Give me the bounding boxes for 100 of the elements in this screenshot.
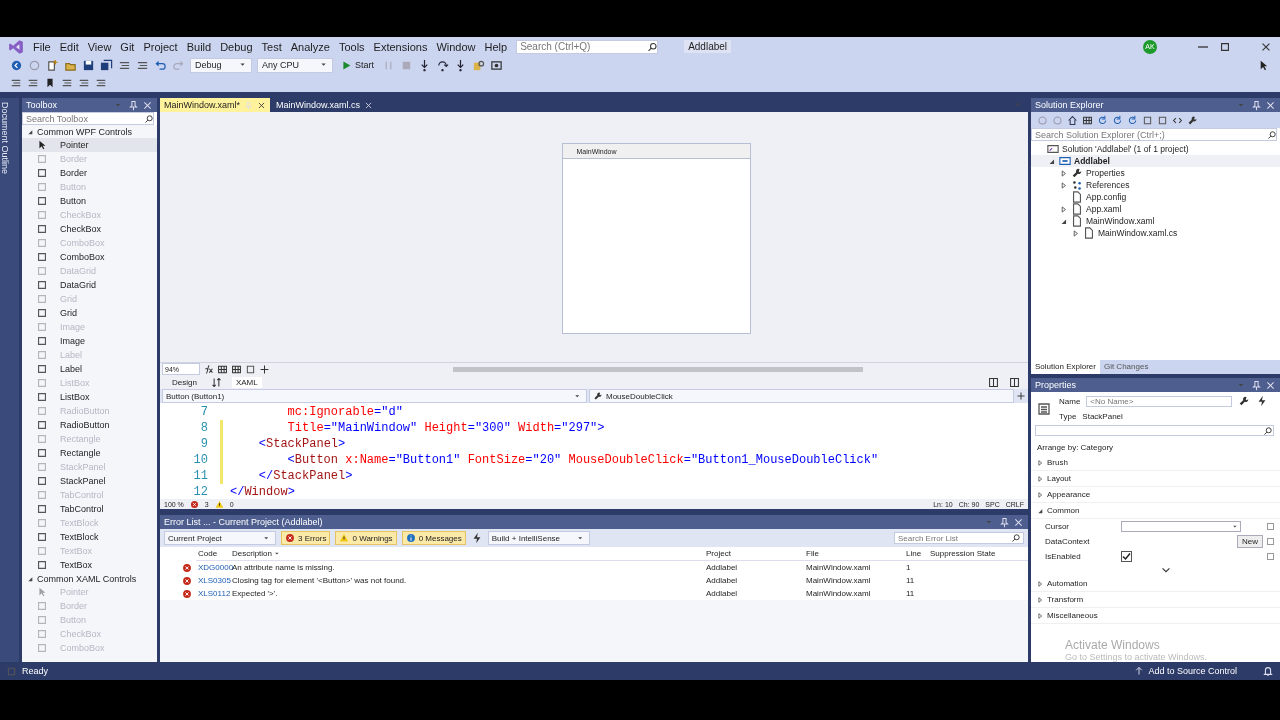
grid-icon[interactable] <box>217 363 228 375</box>
menu-item[interactable]: Window <box>436 40 476 53</box>
menu-item[interactable]: Test <box>261 40 282 53</box>
formula-icon[interactable] <box>203 363 214 375</box>
close-icon[interactable] <box>1265 379 1276 391</box>
close-icon[interactable] <box>142 99 153 111</box>
menu-item[interactable]: Git <box>120 40 135 53</box>
category-header[interactable]: Brush <box>1031 455 1280 471</box>
toolbox-item[interactable]: StackPanel <box>22 474 157 488</box>
error-code-link[interactable]: XLS0112 <box>196 587 230 600</box>
wrench-icon[interactable] <box>1187 114 1198 126</box>
screenshot-icon[interactable] <box>490 58 503 72</box>
tree-item[interactable]: References <box>1031 179 1280 191</box>
view-tab[interactable]: Design <box>168 376 201 388</box>
view-tab[interactable]: XAML <box>231 376 262 388</box>
undo-icon[interactable] <box>154 58 167 72</box>
panel-tab[interactable]: Git Changes <box>1099 360 1153 374</box>
column-header[interactable]: File <box>804 547 904 561</box>
pin-icon[interactable] <box>128 99 139 111</box>
error-code-link[interactable]: XLS0305 <box>196 574 230 587</box>
toolbox-item[interactable]: Image <box>22 334 157 348</box>
menu-item[interactable]: View <box>87 40 112 53</box>
pin-icon[interactable] <box>1251 379 1262 391</box>
build-filter-dropdown[interactable]: Build + IntelliSense <box>487 531 590 545</box>
split-icon[interactable] <box>1009 376 1020 388</box>
bookmark-icon[interactable] <box>44 77 56 89</box>
platform-dropdown[interactable]: Any CPU <box>257 57 333 73</box>
category-header[interactable]: Common <box>1031 503 1280 519</box>
collapsed-arrow-icon[interactable] <box>1059 204 1068 214</box>
column-header[interactable]: Project <box>704 547 804 561</box>
toolbox-item[interactable]: Button <box>22 194 157 208</box>
category-header[interactable]: Miscellaneous <box>1031 608 1280 624</box>
menu-item[interactable]: Debug <box>220 40 253 53</box>
start-button[interactable]: Start <box>338 59 377 71</box>
properties-wrench-icon[interactable] <box>1238 395 1251 407</box>
home-icon[interactable] <box>1067 114 1078 126</box>
search-field[interactable]: Search Toolbox <box>22 112 154 125</box>
menu-item[interactable]: Edit <box>59 40 79 53</box>
menu-item[interactable]: Help <box>484 40 508 53</box>
save-all-icon[interactable] <box>100 58 113 72</box>
filter-button[interactable]: 3 Errors <box>281 531 331 545</box>
arrange-by-dropdown[interactable]: Arrange by: Category <box>1031 440 1280 455</box>
toolbox-item[interactable]: Rectangle <box>22 446 157 460</box>
menu-item[interactable]: Project <box>143 40 178 53</box>
toolbox-item[interactable]: TextBox <box>22 558 157 572</box>
grid-icon[interactable] <box>231 363 242 375</box>
source-control-button[interactable]: Add to Source Control <box>1134 666 1237 676</box>
close-icon[interactable] <box>1265 99 1276 111</box>
find-icon[interactable] <box>472 58 485 72</box>
element-dropdown[interactable]: Button (Button1) <box>162 389 587 403</box>
tree-item[interactable]: MainWindow.xaml <box>1031 215 1280 227</box>
swap-panes-icon[interactable] <box>210 376 222 388</box>
toolbox-group[interactable]: Common XAML Controls <box>22 572 157 585</box>
tree-item[interactable]: MainWindow.xaml.cs <box>1031 227 1280 239</box>
filter-button[interactable]: 0 Warnings <box>335 531 397 545</box>
column-header[interactable]: Code <box>196 547 230 561</box>
close-icon[interactable] <box>364 100 374 110</box>
close-icon[interactable] <box>1013 516 1024 528</box>
toolbox-item[interactable]: DataGrid <box>22 278 157 292</box>
collapsed-arrow-icon[interactable] <box>1071 228 1080 238</box>
toolbox-item[interactable]: TextBlock <box>22 530 157 544</box>
category-header[interactable]: Layout <box>1031 471 1280 487</box>
notifications-icon[interactable] <box>1262 665 1274 677</box>
filter-button[interactable]: 0 Messages <box>401 531 466 545</box>
new-button[interactable]: New <box>1237 535 1263 548</box>
property-marker[interactable] <box>1267 553 1274 560</box>
toolbox-item[interactable]: Border <box>22 166 157 180</box>
checkbox[interactable] <box>1121 551 1132 562</box>
tree-item[interactable]: App.config <box>1031 191 1280 203</box>
search-field[interactable]: Search Solution Explorer (Ctrl+;) <box>1031 128 1277 141</box>
property-marker[interactable] <box>1267 523 1274 530</box>
category-header[interactable]: Appearance <box>1031 487 1280 503</box>
pin-icon[interactable] <box>999 516 1010 528</box>
toolbox-item[interactable]: Label <box>22 362 157 376</box>
toolbox-item[interactable]: RadioButton <box>22 418 157 432</box>
refresh-icon[interactable] <box>1127 114 1138 126</box>
toolbox-item[interactable]: ListBox <box>22 390 157 404</box>
tree-item[interactable]: App.xaml <box>1031 203 1280 215</box>
toolbox-item[interactable]: Grid <box>22 306 157 320</box>
search-field[interactable] <box>1035 425 1274 436</box>
tree-item[interactable]: Solution 'Addlabel' (1 of 1 project) <box>1031 143 1280 155</box>
split-icon[interactable] <box>988 376 999 388</box>
configuration-dropdown[interactable]: Debug <box>190 57 252 73</box>
menu-item[interactable]: File <box>33 40 51 53</box>
column-header[interactable]: Description <box>230 547 704 561</box>
new-project-icon[interactable] <box>46 58 59 72</box>
menu-item[interactable]: Extensions <box>373 40 428 53</box>
sync-icon[interactable] <box>1112 114 1123 126</box>
menu-item[interactable]: Analyze <box>290 40 330 53</box>
add-icon[interactable] <box>1016 391 1026 401</box>
document-outline-tab[interactable]: Document Outline <box>0 102 10 175</box>
search-field[interactable]: Search Error List <box>894 532 1024 544</box>
toolbox-item[interactable]: TabControl <box>22 502 157 516</box>
document-tab[interactable]: MainWindow.xaml.cs <box>272 98 378 112</box>
save-icon[interactable] <box>82 58 95 72</box>
document-tab[interactable]: MainWindow.xaml* <box>160 98 271 112</box>
toolbox-item[interactable]: ComboBox <box>22 250 157 264</box>
column-header[interactable]: Suppression State <box>928 547 1028 561</box>
pin-icon[interactable] <box>1251 99 1262 111</box>
toolbox-item[interactable]: Pointer <box>22 138 157 152</box>
